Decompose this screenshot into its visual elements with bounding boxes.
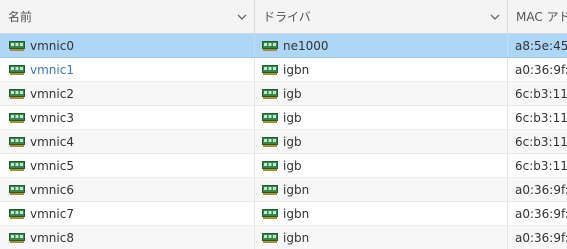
table-row[interactable]: vmnic0 ne1000 a8:5e:45: <box>0 34 567 58</box>
mac-address: a0:36:9f:0 <box>515 206 567 221</box>
network-card-icon <box>9 112 25 123</box>
mac-cell: a8:5e:45: <box>508 34 567 57</box>
network-card-icon <box>9 208 25 219</box>
mac-address: 6c:b3:11:1 <box>515 158 567 173</box>
mac-cell: a0:36:9f:0 <box>508 202 567 225</box>
name-cell[interactable]: vmnic8 <box>0 226 255 249</box>
mac-cell: a0:36:9f:0 <box>508 226 567 249</box>
mac-address: a0:36:9f:0 <box>515 230 567 245</box>
name-cell[interactable]: vmnic3 <box>0 106 255 129</box>
column-header-name-label: 名前 <box>8 10 33 24</box>
mac-address: a0:36:9f:0 <box>515 182 567 197</box>
driver-cell: igbn <box>255 226 508 249</box>
table-row[interactable]: vmnic5 igb 6c:b3:11:1 <box>0 154 567 178</box>
chevron-down-icon[interactable] <box>489 11 501 23</box>
name-cell[interactable]: vmnic7 <box>0 202 255 225</box>
name-cell[interactable]: vmnic4 <box>0 130 255 153</box>
network-card-icon <box>262 160 278 171</box>
name-cell[interactable]: vmnic6 <box>0 178 255 201</box>
mac-cell: 6c:b3:11:1 <box>508 82 567 105</box>
network-card-icon <box>262 40 278 51</box>
mac-cell: 6c:b3:11:1 <box>508 154 567 177</box>
driver-name: igb <box>283 86 302 101</box>
driver-name: igb <box>283 110 302 125</box>
driver-cell: igbn <box>255 202 508 225</box>
table-row[interactable]: vmnic6 igbn a0:36:9f:0 <box>0 178 567 202</box>
network-card-icon <box>262 88 278 99</box>
network-card-icon <box>262 112 278 123</box>
nic-name[interactable]: vmnic4 <box>30 135 74 149</box>
mac-address: a0:36:9f:0 <box>515 62 567 77</box>
network-card-icon <box>262 136 278 147</box>
nic-name[interactable]: vmnic6 <box>30 183 74 197</box>
driver-cell: igb <box>255 154 508 177</box>
driver-cell: igbn <box>255 178 508 201</box>
network-card-icon <box>9 136 25 147</box>
driver-cell: ne1000 <box>255 34 508 57</box>
driver-name: igbn <box>283 182 310 197</box>
driver-name: igbn <box>283 230 310 245</box>
driver-cell: igb <box>255 82 508 105</box>
mac-cell: 6c:b3:11:1 <box>508 106 567 129</box>
name-cell[interactable]: vmnic5 <box>0 154 255 177</box>
mac-address: 6c:b3:11:1 <box>515 110 567 125</box>
network-card-icon <box>262 184 278 195</box>
driver-name: igbn <box>283 62 310 77</box>
table-row[interactable]: vmnic2 igb 6c:b3:11:1 <box>0 82 567 106</box>
column-header-mac-label: MAC アド <box>516 10 567 24</box>
network-card-icon <box>9 160 25 171</box>
table-row[interactable]: vmnic8 igbn a0:36:9f:0 <box>0 226 567 249</box>
mac-cell: a0:36:9f:0 <box>508 58 567 81</box>
nic-name[interactable]: vmnic2 <box>30 87 74 101</box>
network-card-icon <box>9 64 25 75</box>
column-header-driver[interactable]: ドライバ <box>255 0 508 33</box>
nic-name[interactable]: vmnic8 <box>30 231 74 245</box>
network-card-icon <box>9 184 25 195</box>
network-card-icon <box>9 232 25 243</box>
table-row[interactable]: vmnic4 igb 6c:b3:11:1 <box>0 130 567 154</box>
column-header-driver-label: ドライバ <box>263 10 311 24</box>
network-card-icon <box>262 232 278 243</box>
driver-name: igb <box>283 134 302 149</box>
mac-address: 6c:b3:11:1 <box>515 134 567 149</box>
physical-nic-grid: 名前 ドライバ MAC アド vmnic0 ne1000 a8:5e:45: v… <box>0 0 567 249</box>
grid-header: 名前 ドライバ MAC アド <box>0 0 567 34</box>
mac-address: a8:5e:45: <box>515 38 567 53</box>
mac-address: 6c:b3:11:1 <box>515 86 567 101</box>
network-card-icon <box>262 64 278 75</box>
chevron-down-icon[interactable] <box>236 11 248 23</box>
name-cell[interactable]: vmnic2 <box>0 82 255 105</box>
table-row[interactable]: vmnic7 igbn a0:36:9f:0 <box>0 202 567 226</box>
column-header-mac[interactable]: MAC アド <box>508 0 567 33</box>
table-row[interactable]: vmnic1 igbn a0:36:9f:0 <box>0 58 567 82</box>
grid-body: vmnic0 ne1000 a8:5e:45: vmnic1 igbn a0:3… <box>0 34 567 249</box>
nic-name[interactable]: vmnic1 <box>30 63 74 77</box>
driver-cell: igbn <box>255 58 508 81</box>
driver-name: igbn <box>283 206 310 221</box>
table-row[interactable]: vmnic3 igb 6c:b3:11:1 <box>0 106 567 130</box>
name-cell[interactable]: vmnic1 <box>0 58 255 81</box>
network-card-icon <box>9 40 25 51</box>
mac-cell: 6c:b3:11:1 <box>508 130 567 153</box>
column-header-name[interactable]: 名前 <box>0 0 255 33</box>
driver-name: ne1000 <box>283 38 329 53</box>
driver-cell: igb <box>255 106 508 129</box>
mac-cell: a0:36:9f:0 <box>508 178 567 201</box>
network-card-icon <box>262 208 278 219</box>
nic-name[interactable]: vmnic5 <box>30 159 74 173</box>
driver-cell: igb <box>255 130 508 153</box>
nic-name[interactable]: vmnic7 <box>30 207 74 221</box>
driver-name: igb <box>283 158 302 173</box>
nic-name[interactable]: vmnic3 <box>30 111 74 125</box>
network-card-icon <box>9 88 25 99</box>
name-cell[interactable]: vmnic0 <box>0 34 255 57</box>
nic-name[interactable]: vmnic0 <box>30 39 74 53</box>
